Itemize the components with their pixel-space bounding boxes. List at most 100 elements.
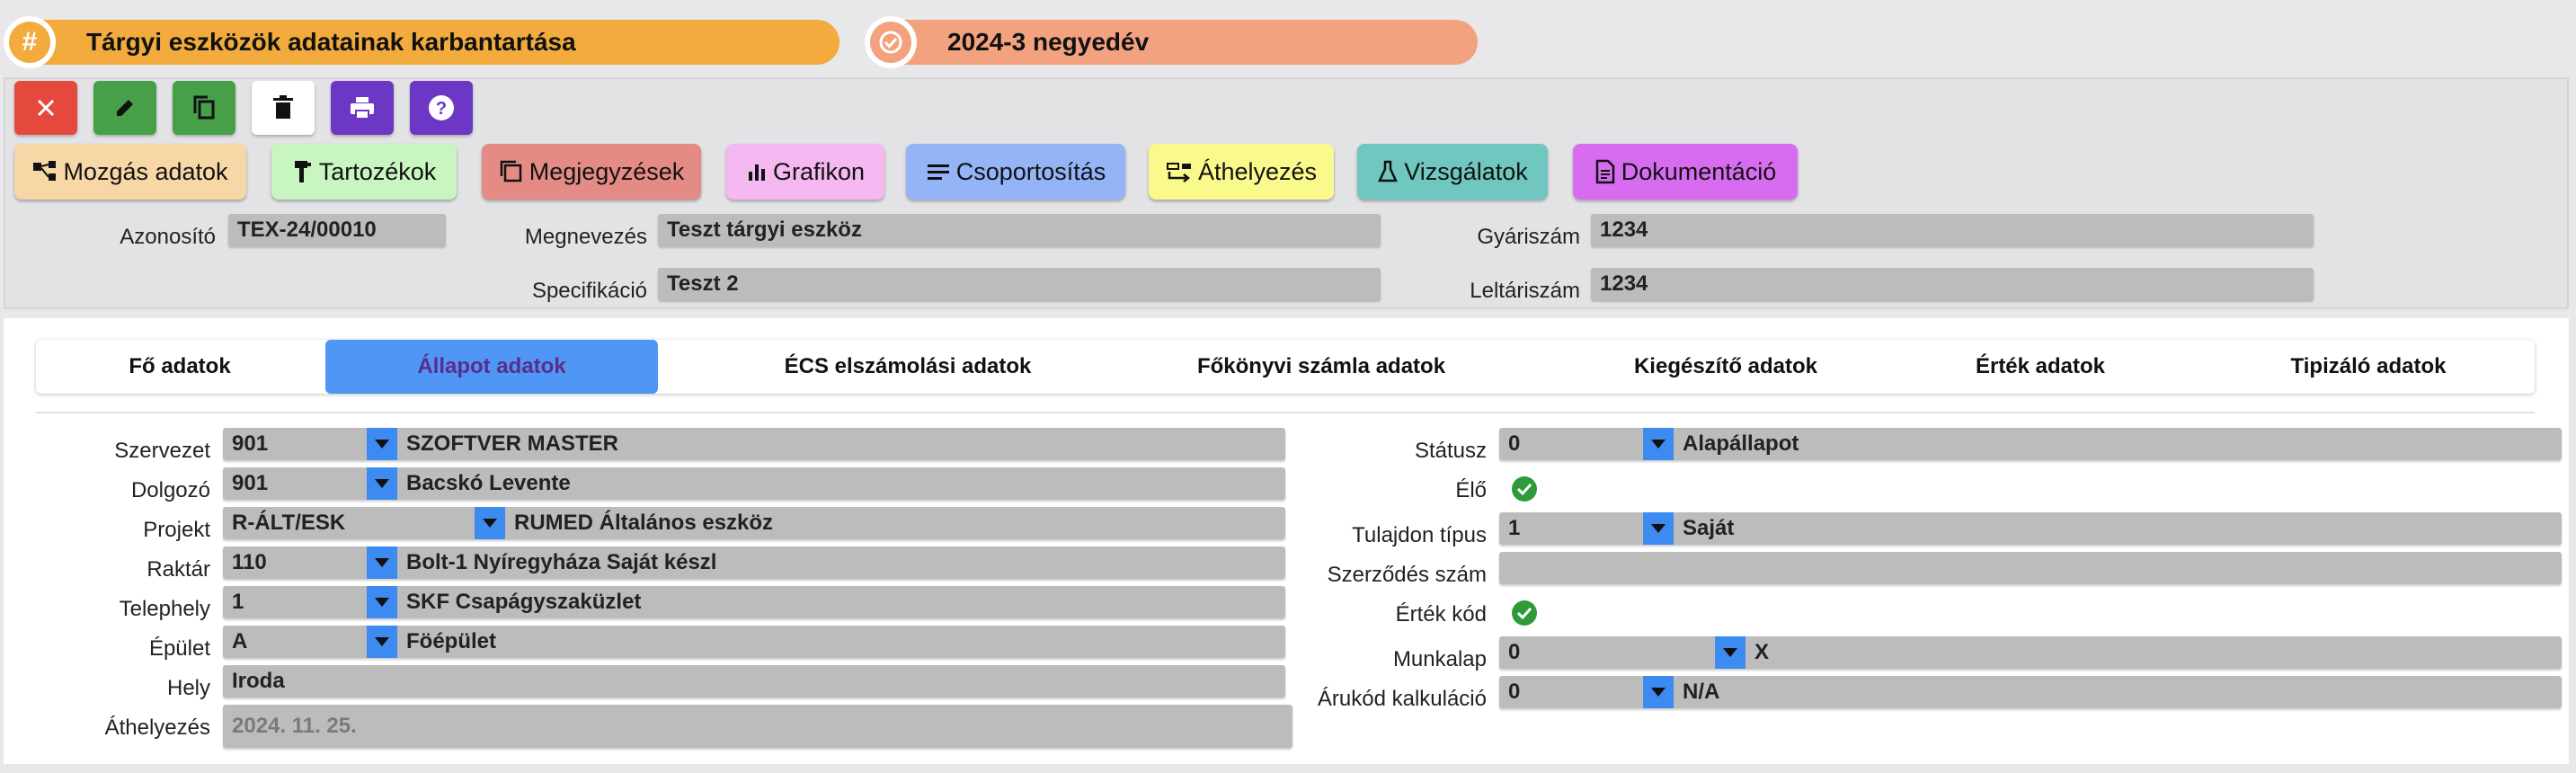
arukod-code: 0	[1508, 680, 1521, 704]
tab-value-data[interactable]: Érték adatok	[1879, 340, 2202, 394]
period-pill: 2024-3 negyedév	[865, 16, 1478, 68]
chevron-down-icon[interactable]	[1715, 636, 1745, 669]
tab-bar: Fő adatok Állapot adatok ÉCS elszámolási…	[36, 340, 2535, 394]
movement-data-button[interactable]: Mozgás adatok	[14, 144, 246, 200]
hely-field[interactable]: Iroda	[223, 665, 1285, 697]
azonosito-field[interactable]: TEX-24/00010	[228, 214, 446, 246]
svg-text:?: ?	[436, 99, 447, 119]
szervezet-code: 901	[232, 431, 269, 456]
accessory-icon	[294, 161, 311, 182]
munkalap-label: Munkalap	[1392, 647, 1487, 671]
move-icon	[1166, 163, 1191, 182]
tab-ecs-data[interactable]: ÉCS elszámolási adatok	[683, 340, 1133, 394]
divider	[36, 412, 2535, 413]
relocation-label: Áthelyezés	[1197, 157, 1318, 185]
statusz-select[interactable]: 0 Alapállapot	[1499, 428, 2562, 460]
tulajdon-name: Saját	[1683, 516, 1735, 540]
arukod-name: N/A	[1683, 680, 1720, 704]
edit-button[interactable]	[93, 81, 156, 135]
raktar-code: 110	[232, 550, 267, 574]
relocation-button[interactable]: Áthelyezés	[1149, 144, 1334, 200]
accessories-button[interactable]: Tartozékok	[271, 144, 457, 200]
grouping-label: Csoportosítás	[955, 157, 1106, 185]
raktar-select[interactable]: 110 Bolt-1 Nyíregyháza Saját készl	[223, 546, 1285, 579]
raktar-name: Bolt-1 Nyíregyháza Saját készl	[406, 550, 717, 574]
chevron-down-icon[interactable]	[475, 507, 505, 539]
gyariszam-label: Gyáriszám	[1477, 225, 1580, 249]
dolgozo-select[interactable]: 901 Bacskó Levente	[223, 467, 1285, 500]
telephely-code: 1	[232, 590, 244, 614]
title-pill: # Tárgyi eszközök adatainak karbantartás…	[4, 16, 839, 68]
hely-label: Hely	[166, 676, 210, 700]
document-icon	[1595, 159, 1614, 184]
dolgozo-label: Dolgozó	[130, 478, 210, 502]
chart-button[interactable]: Grafikon	[726, 144, 884, 200]
period-badge	[865, 16, 917, 68]
munkalap-select[interactable]: 0 X	[1499, 636, 2562, 669]
arukod-label: Árukód kalkuláció	[1317, 687, 1487, 711]
munkalap-code: 0	[1508, 640, 1521, 664]
szervezet-select[interactable]: 901 SZOFTVER MASTER	[223, 428, 1285, 460]
chevron-down-icon[interactable]	[1643, 512, 1674, 545]
documentation-button[interactable]: Dokumentáció	[1573, 144, 1798, 200]
chart-icon	[748, 164, 765, 181]
chevron-down-icon[interactable]	[367, 467, 397, 500]
flask-icon	[1378, 160, 1399, 182]
megnevezes-field[interactable]: Teszt tárgyi eszköz	[658, 214, 1381, 246]
statusz-name: Alapállapot	[1683, 431, 1799, 456]
help-button[interactable]: ?	[410, 81, 473, 135]
notes-icon	[500, 160, 521, 182]
delete-button[interactable]	[252, 81, 315, 135]
telephely-label: Telephely	[119, 597, 210, 621]
chevron-down-icon[interactable]	[1643, 428, 1674, 460]
leltariszam-field[interactable]: 1234	[1591, 268, 2314, 300]
copy-button[interactable]	[173, 81, 235, 135]
chart-label: Grafikon	[772, 157, 866, 185]
specifikacio-field[interactable]: Teszt 2	[658, 268, 1381, 300]
tab-typing-data[interactable]: Tipizáló adatok	[2202, 340, 2535, 394]
gyariszam-field[interactable]: 1234	[1591, 214, 2314, 246]
epulet-label: Épület	[148, 636, 210, 661]
copy-icon	[193, 95, 215, 120]
tulajdon-select[interactable]: 1 Saját	[1499, 512, 2562, 545]
azonosito-label: Azonosító	[120, 225, 216, 249]
print-button[interactable]	[331, 81, 394, 135]
notes-button[interactable]: Megjegyzések	[482, 144, 701, 200]
movement-data-label: Mozgás adatok	[63, 157, 228, 185]
specifikacio-label: Specifikáció	[531, 279, 647, 303]
hierarchy-icon	[33, 161, 57, 181]
grouping-button[interactable]: Csoportosítás	[906, 144, 1125, 200]
szerzodes-field[interactable]	[1499, 552, 2562, 584]
accessories-label: Tartozékok	[318, 157, 437, 185]
chevron-down-icon[interactable]	[367, 586, 397, 618]
szervezet-label: Szervezet	[114, 439, 210, 463]
tab-status-data[interactable]: Állapot adatok	[325, 340, 658, 394]
page-title: Tárgyi eszközök adatainak karbantartása	[86, 28, 576, 56]
inspections-button[interactable]: Vizsgálatok	[1357, 144, 1548, 200]
hash-icon: #	[9, 22, 50, 63]
delete-icon	[273, 95, 293, 119]
statusz-label: Státusz	[1414, 439, 1487, 463]
elo-check-icon[interactable]	[1512, 476, 1537, 502]
elo-label: Élő	[1455, 478, 1487, 502]
projekt-select[interactable]: R-ÁLT/ESK RUMED Általános eszköz	[223, 507, 1285, 539]
chevron-down-icon[interactable]	[367, 546, 397, 579]
athelyezes-field[interactable]: 2024. 11. 25.	[223, 705, 1292, 748]
munkalap-name: X	[1754, 640, 1770, 664]
tab-ledger-data[interactable]: Főkönyvi számla adatok	[1097, 340, 1546, 394]
telephely-select[interactable]: 1 SKF Csapágyszaküzlet	[223, 586, 1285, 618]
epulet-select[interactable]: A Föépület	[223, 626, 1285, 658]
arukod-select[interactable]: 0 N/A	[1499, 676, 2562, 708]
tab-supplementary-data[interactable]: Kiegészítő adatok	[1528, 340, 1923, 394]
chevron-down-icon[interactable]	[367, 428, 397, 460]
tab-main-data[interactable]: Fő adatok	[36, 340, 324, 394]
close-button[interactable]	[14, 81, 77, 135]
szerzodes-label: Szerződés szám	[1327, 563, 1487, 587]
szervezet-name: SZOFTVER MASTER	[406, 431, 619, 456]
epulet-name: Föépület	[406, 629, 496, 653]
projekt-label: Projekt	[143, 518, 210, 542]
chevron-down-icon[interactable]	[367, 626, 397, 658]
documentation-label: Dokumentáció	[1621, 157, 1777, 185]
chevron-down-icon[interactable]	[1643, 676, 1674, 708]
ertekkod-check-icon[interactable]	[1512, 600, 1537, 626]
